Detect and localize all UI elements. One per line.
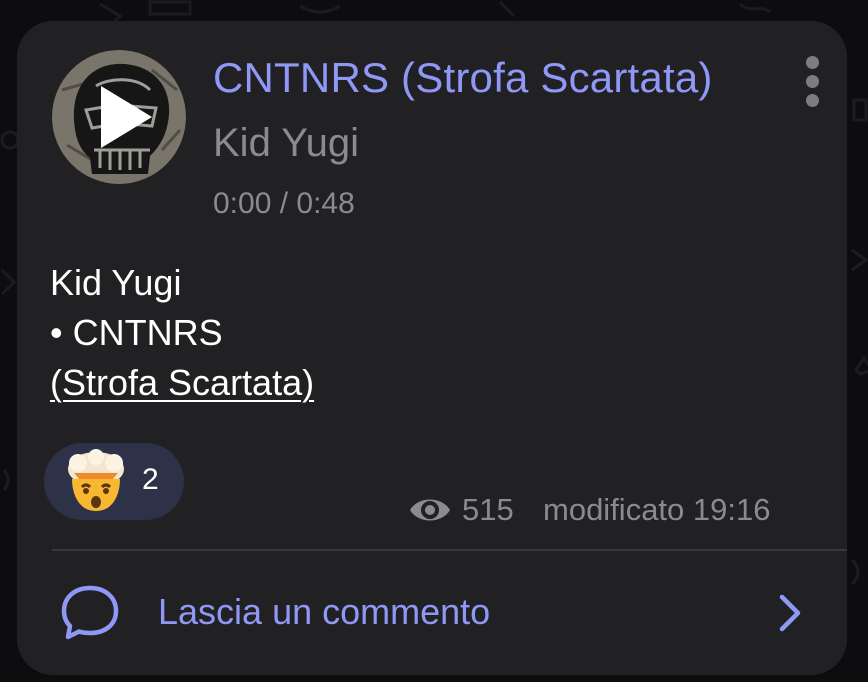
more-options-button[interactable] [800, 56, 828, 108]
edited-timestamp: modificato 19:16 [543, 492, 771, 527]
exploding-head-icon [68, 449, 124, 511]
dot-menu-icon [806, 56, 819, 69]
dot-menu-icon [806, 94, 819, 107]
reaction-chip[interactable]: 2 [44, 443, 184, 520]
view-count: 515 [462, 492, 514, 527]
chevron-right-icon [779, 594, 801, 632]
caption-link[interactable]: (Strofa Scartata) [50, 358, 314, 408]
playback-time: 0:00 / 0:48 [213, 187, 355, 220]
leave-comment-button[interactable]: Lascia un commento [52, 555, 832, 665]
eye-icon [410, 499, 450, 521]
caption-line: Kid Yugi [50, 262, 182, 303]
comment-bubble-icon [61, 585, 119, 640]
album-cover-image [52, 50, 186, 184]
play-button[interactable] [52, 50, 186, 184]
track-artist: Kid Yugi [213, 121, 360, 165]
view-counter: 515 [408, 490, 514, 530]
track-title: CNTNRS (Strofa Scartata) [213, 54, 713, 101]
post-caption: Kid Yugi • CNTNRS (Strofa Scartata) [50, 258, 314, 408]
dot-menu-icon [806, 75, 819, 88]
divider [52, 549, 847, 551]
comment-label: Lascia un commento [158, 591, 491, 632]
caption-line: • CNTNRS [50, 312, 223, 353]
reaction-count: 2 [142, 463, 159, 496]
